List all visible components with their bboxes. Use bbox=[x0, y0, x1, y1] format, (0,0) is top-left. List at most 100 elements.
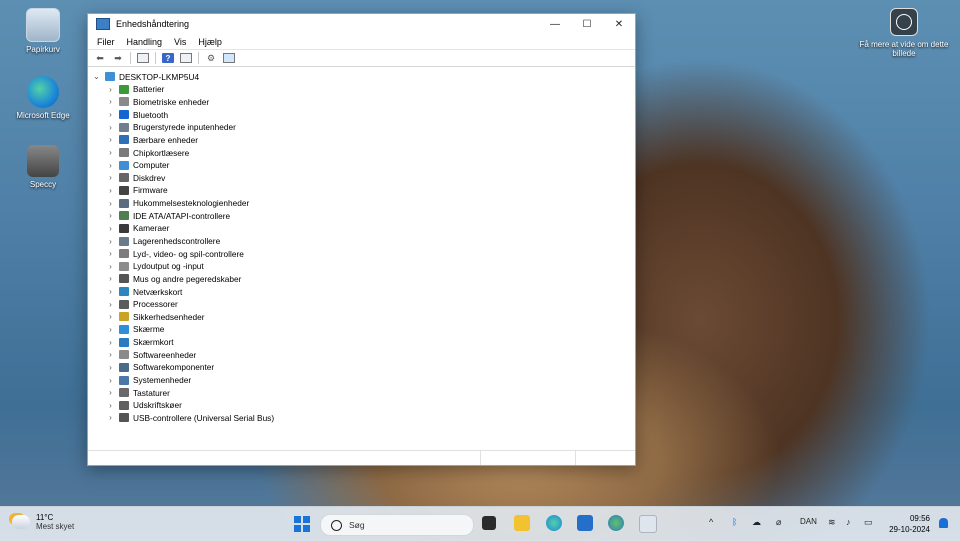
chevron-right-icon[interactable]: › bbox=[106, 338, 115, 347]
tree-category-item[interactable]: › Hukommelsesteknologienheder bbox=[88, 197, 635, 210]
notification-bell-icon[interactable] bbox=[939, 518, 948, 528]
spotlight-info[interactable]: Få mere at vide om dette billede bbox=[856, 8, 952, 58]
chevron-down-icon[interactable]: ⌄ bbox=[92, 72, 101, 81]
tree-root[interactable]: ⌄ DESKTOP-LKMP5U4 bbox=[88, 70, 635, 83]
tree-category-item[interactable]: › Firmware bbox=[88, 184, 635, 197]
tree-category-item[interactable]: › Skærme bbox=[88, 323, 635, 336]
tree-category-item[interactable]: › Lagerenhedscontrollere bbox=[88, 235, 635, 248]
start-button[interactable] bbox=[294, 516, 310, 532]
bluetooth-icon[interactable]: ᛒ bbox=[732, 517, 737, 527]
tree-category-item[interactable]: › Tastaturer bbox=[88, 386, 635, 399]
tree-category-item[interactable]: › Skærmkort bbox=[88, 336, 635, 349]
chevron-right-icon[interactable]: › bbox=[106, 287, 115, 296]
properties-icon[interactable] bbox=[137, 53, 149, 63]
chevron-right-icon[interactable]: › bbox=[106, 413, 115, 422]
chevron-right-icon[interactable]: › bbox=[106, 312, 115, 321]
tree-category-item[interactable]: › IDE ATA/ATAPI-controllere bbox=[88, 209, 635, 222]
chevron-right-icon[interactable]: › bbox=[106, 110, 115, 119]
cloud-sync-icon[interactable]: ☁ bbox=[752, 517, 761, 528]
menu-file[interactable]: Filer bbox=[91, 37, 121, 47]
file-explorer-icon[interactable] bbox=[514, 515, 530, 531]
tree-category-item[interactable]: › Netværkskort bbox=[88, 285, 635, 298]
tree-category-item[interactable]: › Softwarekomponenter bbox=[88, 361, 635, 374]
clock[interactable]: 09:56 29-10-2024 bbox=[889, 513, 930, 535]
tree-category-item[interactable]: › Bærbare enheder bbox=[88, 134, 635, 147]
tree-category-item[interactable]: › Lyd-, video- og spil-controllere bbox=[88, 247, 635, 260]
forward-arrow-icon[interactable]: ➡ bbox=[112, 53, 124, 63]
chevron-right-icon[interactable]: › bbox=[106, 161, 115, 170]
task-view-icon[interactable] bbox=[482, 516, 496, 530]
chevron-right-icon[interactable]: › bbox=[106, 97, 115, 106]
chevron-right-icon[interactable]: › bbox=[106, 85, 115, 94]
desktop-icon-edge[interactable]: Microsoft Edge bbox=[8, 76, 78, 120]
desktop-icon-recycle-bin[interactable]: Papirkurv bbox=[8, 8, 78, 54]
chevron-up-icon[interactable]: ^ bbox=[709, 517, 713, 527]
category-label: Sikkerhedsenheder bbox=[133, 311, 205, 322]
chevron-right-icon[interactable]: › bbox=[106, 135, 115, 144]
device-category-icon bbox=[119, 148, 129, 158]
tree-category-item[interactable]: › Computer bbox=[88, 159, 635, 172]
toolbar-separator bbox=[155, 52, 156, 64]
desktop-icon-speccy[interactable]: Speccy bbox=[8, 145, 78, 189]
tree-category-item[interactable]: › Softwareenheder bbox=[88, 348, 635, 361]
device-manager-taskbar-icon[interactable] bbox=[639, 515, 657, 533]
tree-category-item[interactable]: › Diskdrev bbox=[88, 171, 635, 184]
search-box[interactable]: Søg bbox=[320, 514, 474, 536]
language-indicator[interactable]: DAN bbox=[800, 517, 817, 526]
monitor-icon[interactable] bbox=[223, 53, 235, 63]
chevron-right-icon[interactable]: › bbox=[106, 186, 115, 195]
edge-taskbar-icon[interactable] bbox=[546, 515, 562, 531]
chevron-right-icon[interactable]: › bbox=[106, 401, 115, 410]
tree-category-item[interactable]: › Brugerstyrede inputenheder bbox=[88, 121, 635, 134]
chevron-right-icon[interactable]: › bbox=[106, 325, 115, 334]
help-icon[interactable]: ? bbox=[162, 53, 174, 63]
wifi-icon[interactable]: ≋ bbox=[828, 517, 836, 528]
tree-category-item[interactable]: › Biometriske enheder bbox=[88, 96, 635, 109]
chevron-right-icon[interactable]: › bbox=[106, 237, 115, 246]
battery-icon[interactable]: ▭ bbox=[864, 517, 873, 528]
tree-category-item[interactable]: › Processorer bbox=[88, 298, 635, 311]
back-arrow-icon[interactable]: ⬅ bbox=[94, 53, 106, 63]
chevron-right-icon[interactable]: › bbox=[106, 300, 115, 309]
chevron-right-icon[interactable]: › bbox=[106, 123, 115, 132]
view-icon[interactable] bbox=[180, 53, 192, 63]
close-button[interactable]: ✕ bbox=[603, 14, 635, 34]
chevron-right-icon[interactable]: › bbox=[106, 350, 115, 359]
tree-category-item[interactable]: › Udskriftskøer bbox=[88, 399, 635, 412]
menu-action[interactable]: Handling bbox=[121, 37, 169, 47]
tree-category-item[interactable]: › Chipkortlæsere bbox=[88, 146, 635, 159]
maximize-button[interactable]: ☐ bbox=[571, 14, 603, 34]
tree-category-item[interactable]: › Bluetooth bbox=[88, 108, 635, 121]
tree-category-item[interactable]: › Lydoutput og -input bbox=[88, 260, 635, 273]
network-off-icon[interactable]: ⌀ bbox=[776, 517, 781, 528]
chevron-right-icon[interactable]: › bbox=[106, 262, 115, 271]
scan-hardware-icon[interactable]: ⚙ bbox=[205, 53, 217, 63]
menu-view[interactable]: Vis bbox=[168, 37, 192, 47]
chevron-right-icon[interactable]: › bbox=[106, 274, 115, 283]
chevron-right-icon[interactable]: › bbox=[106, 211, 115, 220]
minimize-button[interactable]: — bbox=[539, 14, 571, 34]
tree-category-item[interactable]: › Systemenheder bbox=[88, 374, 635, 387]
title-bar[interactable]: Enhedshåndtering — ☐ ✕ bbox=[88, 14, 635, 34]
chevron-right-icon[interactable]: › bbox=[106, 363, 115, 372]
tree-category-item[interactable]: › Batterier bbox=[88, 83, 635, 96]
tree-category-item[interactable]: › Mus og andre pegeredskaber bbox=[88, 273, 635, 286]
chevron-right-icon[interactable]: › bbox=[106, 388, 115, 397]
menu-help[interactable]: Hjælp bbox=[192, 37, 228, 47]
chevron-right-icon[interactable]: › bbox=[106, 148, 115, 157]
chevron-right-icon[interactable]: › bbox=[106, 199, 115, 208]
store-icon[interactable] bbox=[577, 515, 593, 531]
chevron-right-icon[interactable]: › bbox=[106, 173, 115, 182]
tree-category-item[interactable]: › USB-controllere (Universal Serial Bus) bbox=[88, 412, 635, 425]
globe-app-icon[interactable] bbox=[608, 515, 624, 531]
tree-category-item[interactable]: › Sikkerhedsenheder bbox=[88, 311, 635, 324]
speaker-icon[interactable]: ♪ bbox=[846, 517, 851, 527]
search-placeholder: Søg bbox=[349, 520, 365, 530]
tree-category-item[interactable]: › Kameraer bbox=[88, 222, 635, 235]
device-category-icon bbox=[119, 388, 129, 398]
chevron-right-icon[interactable]: › bbox=[106, 376, 115, 385]
chevron-right-icon[interactable]: › bbox=[106, 224, 115, 233]
chevron-right-icon[interactable]: › bbox=[106, 249, 115, 258]
category-label: Bærbare enheder bbox=[133, 134, 199, 145]
weather-widget[interactable]: 11°C Mest skyet bbox=[12, 513, 74, 531]
